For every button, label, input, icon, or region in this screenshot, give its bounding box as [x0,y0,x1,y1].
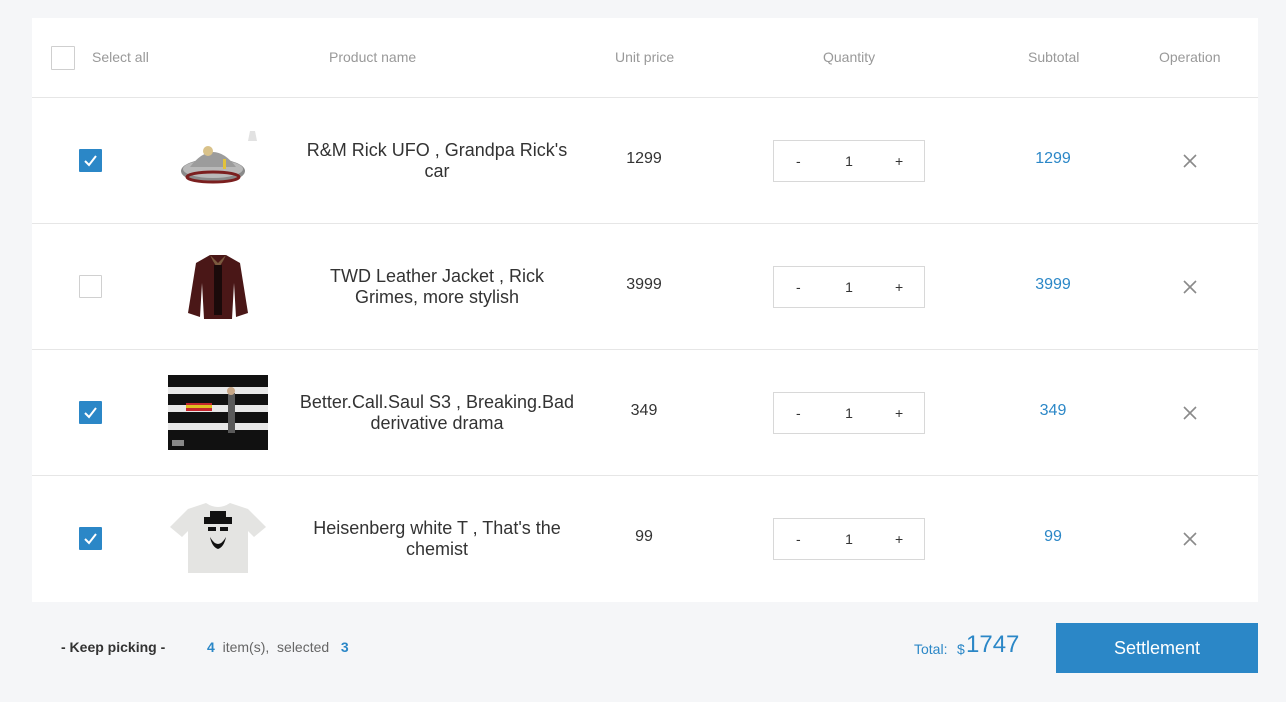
increase-button[interactable]: + [895,405,903,421]
unit-price: 3999 [626,276,662,293]
selected-label: selected [277,639,330,655]
tv-poster-image [168,375,268,450]
increase-button[interactable]: + [895,279,903,295]
selected-count: 3 [340,639,349,655]
keep-picking-link[interactable]: - Keep picking - [61,639,165,655]
row-checkbox[interactable] [79,275,102,298]
items-label: item(s), [222,639,270,655]
item-count-summary: 4 item(s), selected 3 [207,639,349,655]
row-subtotal: 349 [1039,402,1067,419]
row-checkbox[interactable] [79,149,102,172]
cart-table: Select all Product name Unit price Quant… [32,18,1258,602]
product-name[interactable]: Better.Call.Saul S3 , Breaking.Bad deriv… [297,350,577,475]
unit-price: 349 [630,402,658,419]
check-icon [84,407,97,419]
settlement-button[interactable]: Settlement [1056,623,1258,673]
item-count: 4 [207,639,215,655]
quantity-stepper: - 1 + [773,392,925,434]
heisenberg-tshirt-image [168,501,268,576]
header-product-name: Product name [329,49,417,65]
quantity-stepper: - 1 + [773,518,925,560]
table-row: R&M Rick UFO , Grandpa Rick's car 1299 -… [32,98,1258,224]
header-unit-price: Unit price [615,49,675,65]
ufo-toy-image [168,123,268,198]
header-quantity: Quantity [823,49,876,65]
row-checkbox[interactable] [79,401,102,424]
check-icon [84,155,97,167]
header-subtotal: Subtotal [1028,49,1080,65]
unit-price: 99 [635,528,653,545]
product-name[interactable]: R&M Rick UFO , Grandpa Rick's car [297,98,577,223]
row-checkbox[interactable] [79,527,102,550]
close-icon[interactable] [1182,279,1198,295]
increase-button[interactable]: + [895,153,903,169]
table-row: TWD Leather Jacket , Rick Grimes, more s… [32,224,1258,350]
table-row: Heisenberg white T , That's the chemist … [32,476,1258,602]
select-all-label[interactable]: Select all [92,49,149,65]
unit-price: 1299 [626,150,662,167]
table-row: Better.Call.Saul S3 , Breaking.Bad deriv… [32,350,1258,476]
check-icon [84,533,97,545]
row-subtotal: 99 [1044,528,1062,545]
leather-jacket-image [168,249,268,324]
product-name[interactable]: Heisenberg white T , That's the chemist [297,476,577,601]
cart-footer: - Keep picking - 4 item(s), selected 3 T… [0,602,1286,702]
header-operation: Operation [1159,49,1221,65]
total-label: Total: [914,641,948,657]
quantity-stepper: - 1 + [773,266,925,308]
currency-symbol: $ [957,641,965,657]
total-value: 1747 [966,631,1020,658]
close-icon[interactable] [1182,153,1198,169]
table-header: Select all Product name Unit price Quant… [32,18,1258,98]
select-all-checkbox[interactable] [51,46,75,70]
quantity-stepper: - 1 + [773,140,925,182]
close-icon[interactable] [1182,405,1198,421]
close-icon[interactable] [1182,531,1198,547]
increase-button[interactable]: + [895,531,903,547]
row-subtotal: 1299 [1035,150,1071,167]
row-subtotal: 3999 [1035,276,1071,293]
product-name[interactable]: TWD Leather Jacket , Rick Grimes, more s… [297,224,577,349]
